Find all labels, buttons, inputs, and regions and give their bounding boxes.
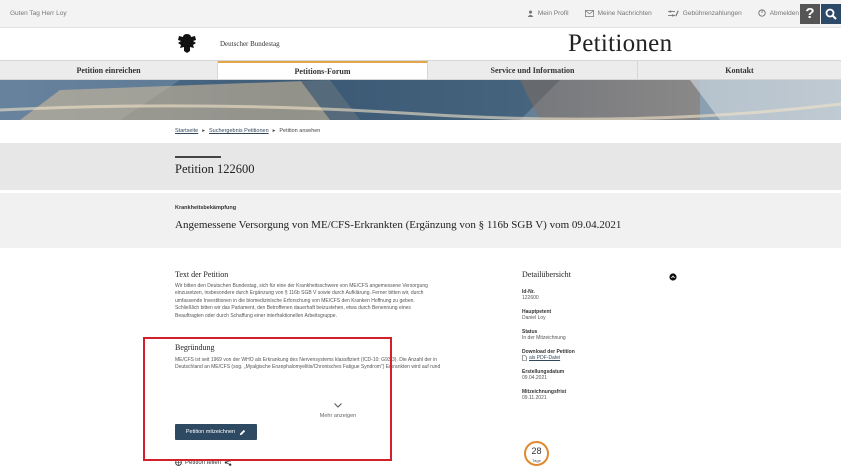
id-value: 122600 <box>522 295 539 301</box>
breadcrumb-separator-icon: ▸ <box>272 128 276 134</box>
highlight-box <box>143 337 392 461</box>
breadcrumb-separator-icon: ▸ <box>202 128 205 134</box>
detail-overview: Detailübersicht Id-Nr. 122600 Hauptpeten… <box>522 270 632 409</box>
petition-text-heading: Text der Petition <box>175 270 229 279</box>
deadline-value: 09.11.2021 <box>522 395 547 401</box>
days-remaining-badge: 28 Tage <box>524 441 549 466</box>
messages-link[interactable]: Meine Nachrichten <box>584 9 652 17</box>
messages-link-label: Meine Nachrichten <box>597 9 652 17</box>
days-remaining-count: 28 <box>531 446 542 456</box>
org-name[interactable]: Deutscher Bundestag <box>220 40 280 48</box>
petition-title: Angemessene Versorgung von ME/CFS-Erkran… <box>175 219 622 231</box>
user-links: Mein Profil Meine Nachrichten Gebührenza… <box>527 9 799 17</box>
download-link[interactable]: als PDF-Datei <box>522 355 632 361</box>
logout-link-label: Abmelden <box>769 9 799 17</box>
nav-service-information[interactable]: Service und Information <box>428 61 638 79</box>
breadcrumb: Startseite ▸ Suchergebnis Petitionen ▸ P… <box>175 128 320 134</box>
detail-heading: Detailübersicht <box>522 270 571 279</box>
nav-petition-einreichen[interactable]: Petition einreichen <box>0 61 218 79</box>
main-nav: Petition einreichen Petitions-Forum Serv… <box>0 60 841 80</box>
sliders-icon <box>667 9 679 17</box>
logout-icon <box>758 9 766 17</box>
download-link-label: als PDF-Datei <box>529 355 561 361</box>
top-bar: Guten Tag Herr Loy Mein Profil Meine Nac… <box>0 0 841 28</box>
created-value: 09.04.2021 <box>522 375 548 381</box>
petition-text-line: Beauftragten oder durch Schaffung einer … <box>175 312 337 319</box>
logout-link[interactable]: Abmelden <box>758 9 799 17</box>
nav-kontakt[interactable]: Kontakt <box>638 61 841 79</box>
eagle-logo-icon[interactable] <box>176 32 198 54</box>
person-icon <box>527 10 534 17</box>
hero-image <box>0 80 841 120</box>
petition-number-band: Petition 122600 <box>0 143 841 190</box>
help-button[interactable]: ? <box>800 4 820 24</box>
info-toggle-icon[interactable] <box>669 268 677 281</box>
petition-category: Krankheitsbekämpfung <box>175 205 237 211</box>
site-title[interactable]: Petitionen <box>568 30 672 58</box>
breadcrumb-startseite[interactable]: Startseite <box>175 128 198 134</box>
mail-icon <box>584 9 594 17</box>
nav-petitions-forum[interactable]: Petitions-Forum <box>218 61 428 79</box>
petition-text-line: Wir bitten den Deutschen Bundestag, sich… <box>175 283 428 289</box>
site-header: Deutscher Bundestag Petitionen <box>0 28 841 60</box>
days-remaining-label: Tage <box>532 458 541 463</box>
petition-text-line: umfassende Investitionen in die biomediz… <box>175 297 415 304</box>
fees-link-label: Gebührenzahlungen <box>682 9 742 17</box>
petition-title-band: Krankheitsbekämpfung Angemessene Versorg… <box>0 193 841 248</box>
petent-value: Daniel Loy <box>522 315 546 321</box>
breadcrumb-current: Petition ansehen <box>279 128 321 134</box>
search-icon <box>825 8 837 20</box>
greeting-text: Guten Tag Herr Loy <box>10 10 67 17</box>
petition-text-line: einzusetzen, insbesondere durch Ergänzun… <box>175 290 424 297</box>
petition-text: Wir bitten den Deutschen Bundestag, sich… <box>175 283 500 320</box>
document-icon <box>522 355 527 361</box>
petition-text-line: Schließlich bitten wir das Parlament, de… <box>175 305 411 312</box>
profile-link-label: Mein Profil <box>537 9 569 17</box>
title-rule <box>175 156 221 158</box>
status-value: In der Mitzeichnung <box>522 335 566 341</box>
breadcrumb-suchergebnis[interactable]: Suchergebnis Petitionen <box>209 128 269 134</box>
petition-number-title: Petition 122600 <box>175 162 255 176</box>
search-button[interactable] <box>821 4 841 24</box>
fees-link[interactable]: Gebührenzahlungen <box>667 9 742 17</box>
profile-link[interactable]: Mein Profil <box>527 10 569 17</box>
plenary-hall-image <box>0 80 841 120</box>
